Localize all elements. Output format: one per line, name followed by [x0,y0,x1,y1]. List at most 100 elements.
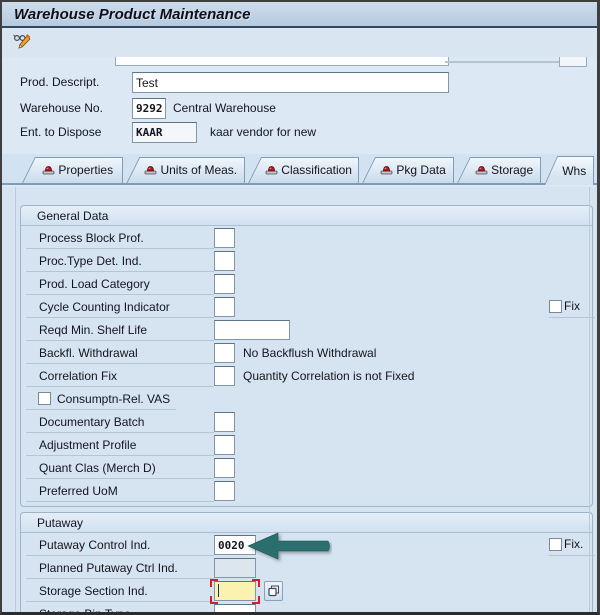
putaway-groupbox: Putaway Putaway Control Ind. Fix. [20,512,595,612]
tab-classification[interactable]: Classification [248,157,360,183]
tab-strip: Properties Units of Meas. Classification… [2,154,597,185]
field-label: Planned Putaway Ctrl Ind. [26,558,214,579]
consumptn-rel-vas-label: Consumptn-Rel. VAS [57,392,171,406]
field-label: Backfl. Withdrawal [26,343,214,364]
preferred-uom-input[interactable] [214,481,235,501]
matchcode-button[interactable] [264,581,283,601]
overlapping-squares-icon [267,585,279,597]
field-label: Reqd Min. Shelf Life [26,320,214,341]
fix-dot-checkbox-group: Fix. [549,537,595,556]
ent-to-dispose-description: kaar vendor for new [210,125,317,139]
proc-type-det-ind-input[interactable] [214,251,235,271]
field-label: Storage Section Ind. [26,581,214,602]
reqd-min-shelf-life-input[interactable] [214,320,290,340]
tab-page-icon [144,163,157,178]
warehouse-no-label: Warehouse No. [20,101,103,115]
row-storage-bin-type: Storage Bin Type [21,604,592,612]
row-cycle-counting-indicator: Cycle Counting Indicator Fix [21,297,595,320]
display-change-icon [13,33,33,54]
prod-descript-input[interactable] [132,72,449,93]
field-label: Correlation Fix [26,366,214,387]
correlation-fix-input[interactable] [214,366,235,386]
tab-page-icon [265,163,278,178]
prod-load-category-input[interactable] [214,274,235,294]
tab-storage[interactable]: Storage [457,157,542,183]
warehouse-no-input[interactable] [132,98,166,119]
page-title: Warehouse Product Maintenance [14,5,251,23]
cutoff-line-artifact [445,61,560,63]
ent-to-dispose-label: Ent. to Dispose [20,125,102,139]
backfl-withdrawal-description: No Backflush Withdrawal [243,346,377,360]
display-change-button[interactable] [12,33,34,54]
process-block-prof-input[interactable] [214,228,235,248]
row-process-block-prof: Process Block Prof. [21,228,592,251]
header-form: Prod. Descript. Warehouse No. Central Wa… [2,57,597,154]
general-data-title: General Data [37,208,109,223]
field-label: Storage Bin Type [26,604,214,612]
fix-checkbox-group: Fix [549,299,595,318]
row-adjustment-profile: Adjustment Profile [21,435,592,458]
backfl-withdrawal-input[interactable] [214,343,235,363]
putaway-title: Putaway [37,515,84,530]
tab-pkg-data[interactable]: Pkg Data [362,157,455,183]
row-reqd-min-shelf-life: Reqd Min. Shelf Life [21,320,592,343]
form-row-ent-to-dispose: Ent. to Dispose kaar vendor for new [2,122,597,144]
field-label: Process Block Prof. [26,228,214,249]
tab-label: Units of Meas. [160,163,238,177]
field-label: Prod. Load Category [26,274,214,295]
field-label: Adjustment Profile [26,435,214,456]
tab-label: Whs [562,163,587,178]
tab-whs-active[interactable]: Whs [544,156,594,185]
tab-units-of-meas[interactable]: Units of Meas. [126,157,246,183]
field-label: Quant Clas (Merch D) [26,458,214,479]
fix-checkbox-label: Fix [564,299,580,313]
row-putaway-control-ind: Putaway Control Ind. Fix. [21,532,595,560]
cutoff-box-artifact [559,57,587,67]
tab-page-icon [42,163,55,178]
row-storage-section-ind: Storage Section Ind. [21,579,592,604]
title-bar: Warehouse Product Maintenance [2,2,597,28]
row-correlation-fix: Correlation Fix Quantity Correlation is … [21,366,592,389]
focus-corner [210,596,218,604]
cycle-counting-indicator-input[interactable] [214,297,235,317]
fix-checkbox[interactable] [549,300,562,313]
sap-window: Warehouse Product Maintenance Prod. Desc… [0,0,600,615]
focus-corner [210,579,218,587]
fix-dot-checkbox-label: Fix. [564,537,584,551]
field-label: Proc.Type Det. Ind. [26,251,214,272]
row-quant-clas-merch-d: Quant Clas (Merch D) [21,458,592,481]
field-label: Preferred UoM [26,481,214,502]
focused-field-frame [210,579,260,604]
tab-label: Pkg Data [396,163,446,177]
tab-label: Classification [281,163,352,177]
annotation-arrow-icon [240,530,332,564]
row-underline [26,409,176,410]
cutoff-field-artifact [115,57,449,66]
field-label: Cycle Counting Indicator [26,297,214,318]
whs-tab-content: General Data Process Block Prof. Proc.Ty… [2,187,597,612]
adjustment-profile-input[interactable] [214,435,235,455]
consumptn-rel-vas-checkbox[interactable] [38,392,51,405]
text-cursor [218,584,219,597]
tab-label: Properties [58,163,114,177]
storage-bin-type-input[interactable] [214,604,256,612]
general-data-header: General Data [21,206,592,226]
storage-section-ind-input[interactable] [214,581,256,601]
row-backfl-withdrawal: Backfl. Withdrawal No Backflush Withdraw… [21,343,592,366]
focus-corner [252,596,260,604]
correlation-fix-description: Quantity Correlation is not Fixed [243,369,415,383]
row-documentary-batch: Documentary Batch [21,412,592,435]
tab-page-icon [475,163,488,178]
row-preferred-uom: Preferred UoM [21,481,592,504]
fix-dot-checkbox[interactable] [549,538,562,551]
field-label: Putaway Control Ind. [26,535,214,556]
form-row-warehouse-no: Warehouse No. Central Warehouse [2,98,597,120]
ent-to-dispose-input[interactable] [132,122,197,143]
focus-corner [252,579,260,587]
warehouse-no-description: Central Warehouse [173,101,276,115]
documentary-batch-input[interactable] [214,412,235,432]
application-toolbar [2,30,597,57]
tab-label: Storage [491,163,534,177]
tab-properties[interactable]: Properties [22,157,124,183]
quant-clas-merch-d-input[interactable] [214,458,235,478]
